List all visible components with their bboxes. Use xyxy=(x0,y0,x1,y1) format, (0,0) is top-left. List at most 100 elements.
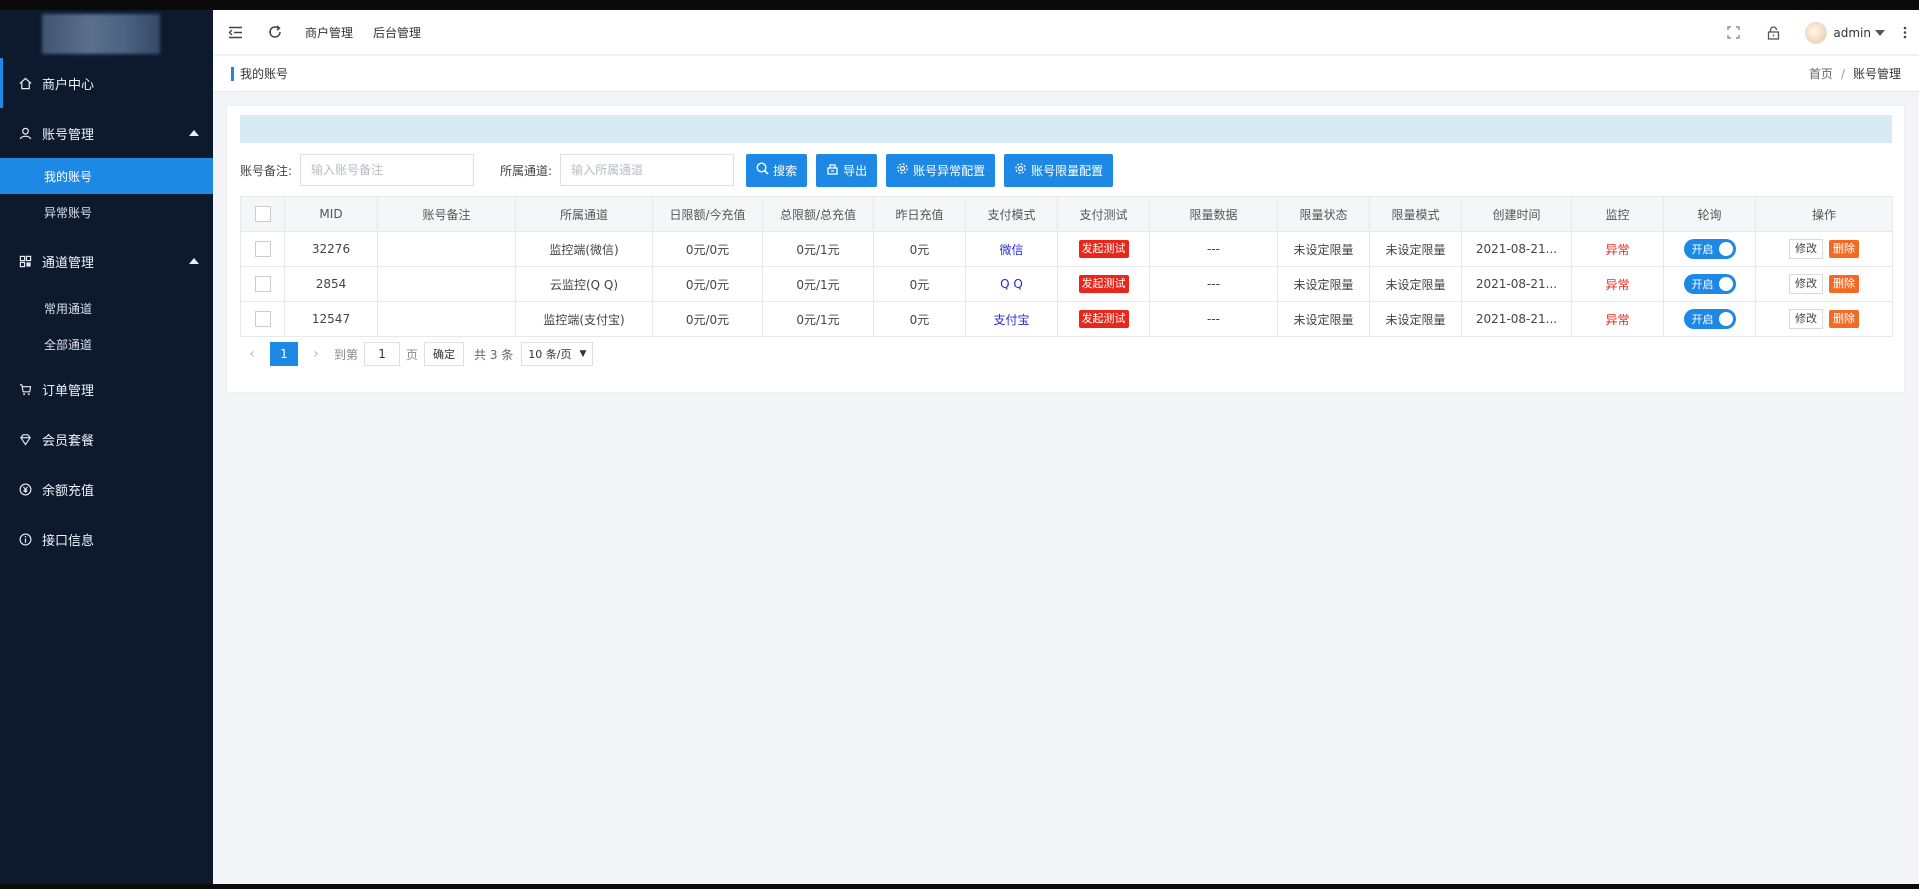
sidebar-item-api-info[interactable]: 接口信息 xyxy=(0,514,213,564)
sidebar-item-label: 余额充值 xyxy=(42,483,95,499)
limit-mode-cell: 未设定限量 xyxy=(1369,301,1462,337)
sidebar-item-all-channel[interactable]: 全部通道 xyxy=(0,326,213,362)
delete-button[interactable]: 删除 xyxy=(1829,310,1859,328)
poll-toggle-label: 开启 xyxy=(1691,243,1714,256)
row-checkbox[interactable] xyxy=(254,241,271,257)
edit-button[interactable]: 修改 xyxy=(1789,309,1823,329)
table-row[interactable]: 12547 监控端(支付宝) 0元/0元 0元/1元 0元 支付宝 发起测试 -… xyxy=(240,301,1893,337)
sidebar-item-account-mgmt[interactable]: 账号管理 xyxy=(0,108,213,158)
cart-icon xyxy=(18,382,32,396)
sidebar-item-order-mgmt[interactable]: 订单管理 xyxy=(0,364,213,414)
column-header[interactable]: 日限额/今充值 xyxy=(652,196,763,232)
pay-mode-text: Q Q xyxy=(1000,277,1023,291)
table-row[interactable]: 32276 监控端(微信) 0元/0元 0元/1元 0元 微信 发起测试 ---… xyxy=(240,231,1893,267)
column-header[interactable]: 创建时间 xyxy=(1461,196,1572,232)
poll-toggle[interactable]: 开启 xyxy=(1683,239,1736,259)
sidebar-item-abnormal-account[interactable]: 异常账号 xyxy=(0,194,213,230)
pay-mode-cell: Q Q xyxy=(965,266,1058,302)
row-checkbox[interactable] xyxy=(254,276,271,292)
info-icon xyxy=(18,532,32,546)
top-header: 商户管理 后台管理 admin xyxy=(213,10,1919,55)
goto-page-input[interactable] xyxy=(364,342,401,366)
channel-label: 所属通道: xyxy=(500,163,553,178)
column-header[interactable]: 支付测试 xyxy=(1057,196,1150,232)
sidebar-item-balance-recharge[interactable]: 余额充值 xyxy=(0,464,213,514)
prev-page-icon[interactable]: ‹ xyxy=(240,346,264,362)
edit-button[interactable]: 修改 xyxy=(1789,239,1823,259)
sidebar-item-member-package[interactable]: 会员套餐 xyxy=(0,414,213,464)
chevron-down-icon: ▼ xyxy=(579,349,587,359)
column-header[interactable]: 操作 xyxy=(1755,196,1893,232)
daily-cell: 0元/0元 xyxy=(652,266,763,302)
column-header[interactable]: 所属通道 xyxy=(515,196,653,232)
pay-mode-cell: 微信 xyxy=(965,231,1058,267)
breadcrumb-home[interactable]: 首页 xyxy=(1809,67,1833,81)
column-header[interactable]: MID xyxy=(284,196,378,232)
poll-toggle[interactable]: 开启 xyxy=(1683,274,1736,294)
poll-toggle[interactable]: 开启 xyxy=(1683,309,1736,329)
row-checkbox[interactable] xyxy=(254,311,271,327)
pay-test-button[interactable]: 发起测试 xyxy=(1078,240,1129,258)
column-header[interactable]: 支付模式 xyxy=(965,196,1058,232)
edit-button[interactable]: 修改 xyxy=(1789,274,1823,294)
column-header[interactable]: 总限额/总充值 xyxy=(762,196,874,232)
sidebar-item-channel-mgmt[interactable]: 通道管理 xyxy=(0,236,213,286)
content-card: 账号备注: 所属通道: 搜索 导出 账号异常配置 账号限量配置 xyxy=(226,105,1905,393)
channel-cell: 监控端(支付宝) xyxy=(515,301,653,337)
export-button[interactable]: 导出 xyxy=(816,153,878,187)
channel-input[interactable] xyxy=(560,154,735,186)
mid-cell: 2854 xyxy=(284,266,378,302)
column-header[interactable]: 轮询 xyxy=(1663,196,1756,232)
goto-confirm-button[interactable]: 确定 xyxy=(424,342,465,366)
current-page[interactable]: 1 xyxy=(270,342,298,366)
column-header[interactable]: 账号备注 xyxy=(377,196,516,232)
logo xyxy=(42,14,160,54)
select-all-checkbox[interactable] xyxy=(254,206,271,222)
sidebar-item-my-account[interactable]: 我的账号 xyxy=(0,158,213,194)
pay-test-button[interactable]: 发起测试 xyxy=(1078,310,1129,328)
lock-icon[interactable] xyxy=(1753,10,1793,55)
table-header-row: MID 账号备注 所属通道 日限额/今充值 总限额/总充值 昨日充值 支付模式 … xyxy=(240,196,1893,232)
created-cell: 2021-08-21... xyxy=(1461,266,1572,302)
user-icon xyxy=(18,126,32,140)
fullscreen-icon[interactable] xyxy=(1713,10,1753,55)
column-header[interactable]: 监控 xyxy=(1571,196,1664,232)
goto-label: 到第 xyxy=(334,347,359,362)
sidebar-item-label: 订单管理 xyxy=(42,383,95,399)
search-button[interactable]: 搜索 xyxy=(746,153,808,187)
sidebar-item-merchant-center[interactable]: 商户中心 xyxy=(0,58,213,108)
sidebar-item-common-channel[interactable]: 常用通道 xyxy=(0,290,213,326)
column-header[interactable]: 限量状态 xyxy=(1277,196,1370,232)
abnormal-config-button[interactable]: 账号异常配置 xyxy=(886,153,996,187)
column-header[interactable]: 限量模式 xyxy=(1369,196,1462,232)
monitor-cell: 异常 xyxy=(1571,266,1664,302)
monitor-status: 异常 xyxy=(1605,242,1630,257)
note-cell xyxy=(377,231,516,267)
tab-backend-mgmt[interactable]: 后台管理 xyxy=(363,10,431,55)
limit-data-cell: --- xyxy=(1149,231,1278,267)
channel-cell: 监控端(微信) xyxy=(515,231,653,267)
breadcrumb: 首页 / 账号管理 xyxy=(1809,65,1901,82)
caret-up-icon xyxy=(189,130,199,136)
column-header[interactable]: 昨日充值 xyxy=(873,196,966,232)
page-size-select[interactable]: 10 条/页 ▼ xyxy=(521,342,594,366)
poll-toggle-label: 开启 xyxy=(1691,313,1714,326)
channel-icon xyxy=(18,254,32,268)
table-row[interactable]: 2854 云监控(Q Q) 0元/0元 0元/1元 0元 Q Q 发起测试 --… xyxy=(240,266,1893,302)
breadcrumb-separator: / xyxy=(1840,67,1845,81)
pay-test-button[interactable]: 发起测试 xyxy=(1078,275,1129,293)
limit-config-button[interactable]: 账号限量配置 xyxy=(1004,153,1114,187)
next-page-icon[interactable]: › xyxy=(304,346,328,362)
delete-button[interactable]: 删除 xyxy=(1829,240,1859,258)
chevron-down-icon xyxy=(1875,29,1885,36)
tab-merchant-mgmt[interactable]: 商户管理 xyxy=(295,10,363,55)
account-note-input[interactable] xyxy=(300,154,475,186)
daily-cell: 0元/0元 xyxy=(652,231,763,267)
collapse-menu-icon[interactable] xyxy=(215,10,255,55)
column-header[interactable]: 限量数据 xyxy=(1149,196,1278,232)
more-vertical-icon[interactable] xyxy=(1891,10,1919,55)
refresh-icon[interactable] xyxy=(255,10,295,55)
user-menu[interactable]: admin xyxy=(1799,21,1891,44)
row-select-cell xyxy=(240,231,285,267)
delete-button[interactable]: 删除 xyxy=(1829,275,1859,293)
